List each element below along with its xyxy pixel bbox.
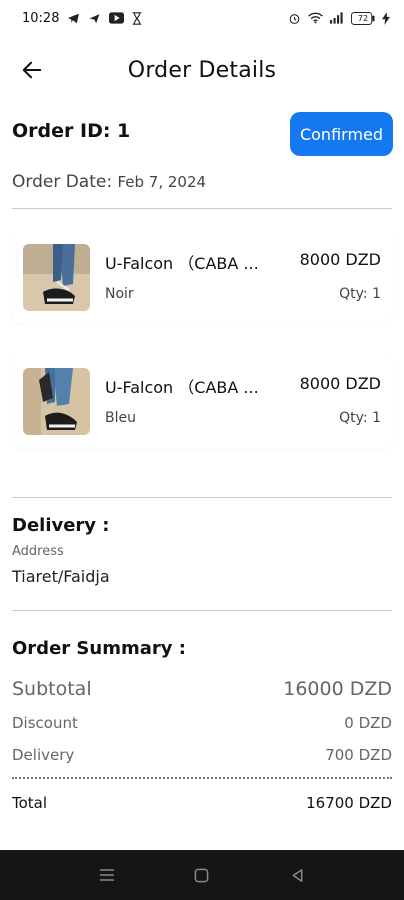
total-label: Total — [12, 794, 48, 812]
product-variant: Bleu — [105, 410, 136, 426]
order-id: Order ID: 1 — [12, 120, 131, 142]
summary-title: Order Summary : — [12, 638, 186, 659]
product-price: 8000 DZD — [299, 250, 381, 269]
order-item-card[interactable]: U-Falcon （CABA ... 8000 DZD Noir Qty: 1 — [12, 228, 392, 324]
menu-icon — [100, 869, 115, 881]
app-bar: Order Details — [0, 44, 404, 96]
delivery-fee-value: 700 DZD — [325, 746, 392, 764]
back-button[interactable] — [18, 56, 46, 84]
wifi-icon — [308, 12, 323, 24]
system-back-button[interactable] — [277, 855, 317, 895]
discount-row: Discount 0 DZD — [12, 714, 392, 732]
back-triangle-icon — [292, 868, 303, 882]
arrow-left-icon — [22, 61, 42, 79]
product-name: U-Falcon （CABA ... — [105, 254, 259, 273]
discount-label: Discount — [12, 714, 78, 732]
order-date: Order Date: Feb 7, 2024 — [12, 172, 206, 192]
status-badge[interactable]: Confirmed — [290, 112, 393, 156]
battery-icon: 72 — [351, 11, 375, 25]
order-date-value: Feb 7, 2024 — [117, 173, 207, 191]
product-qty: Qty: 1 — [339, 286, 381, 302]
dotted-divider — [12, 777, 392, 779]
status-time: 10:28 — [22, 10, 60, 26]
total-value: 16700 DZD — [306, 794, 392, 812]
product-qty: Qty: 1 — [339, 410, 381, 426]
recent-apps-button[interactable] — [87, 855, 127, 895]
send-icon — [88, 12, 101, 25]
divider — [12, 497, 392, 498]
subtotal-row: Subtotal 16000 DZD — [12, 678, 392, 700]
home-square-icon — [195, 868, 209, 882]
telegram-icon — [67, 12, 80, 25]
total-row: Total 16700 DZD — [12, 794, 392, 812]
address-label: Address — [12, 544, 64, 559]
charging-icon — [382, 11, 390, 25]
home-button[interactable] — [182, 855, 222, 895]
address-value: Tiaret/Faidja — [12, 567, 110, 586]
subtotal-label: Subtotal — [12, 678, 92, 700]
product-image — [23, 368, 90, 435]
order-date-label: Order Date: — [12, 172, 113, 192]
product-variant: Noir — [105, 286, 134, 302]
product-price: 8000 DZD — [299, 374, 381, 393]
product-image — [23, 244, 90, 311]
product-name: U-Falcon （CABA ... — [105, 378, 259, 397]
signal-icon — [330, 12, 344, 24]
delivery-title: Delivery : — [12, 515, 110, 536]
subtotal-value: 16000 DZD — [283, 678, 392, 700]
divider — [12, 208, 392, 209]
hourglass-icon — [132, 11, 142, 25]
battery-level: 72 — [357, 13, 369, 23]
alarm-icon — [288, 12, 301, 25]
youtube-icon — [109, 12, 125, 24]
delivery-fee-row: Delivery 700 DZD — [12, 746, 392, 764]
order-item-card[interactable]: U-Falcon （CABA ... 8000 DZD Bleu Qty: 1 — [12, 352, 392, 448]
system-nav-bar — [0, 850, 404, 900]
delivery-fee-label: Delivery — [12, 746, 75, 764]
discount-value: 0 DZD — [344, 714, 392, 732]
status-bar: 10:28 72 — [0, 0, 404, 36]
divider — [12, 610, 392, 611]
page-title: Order Details — [127, 57, 277, 83]
